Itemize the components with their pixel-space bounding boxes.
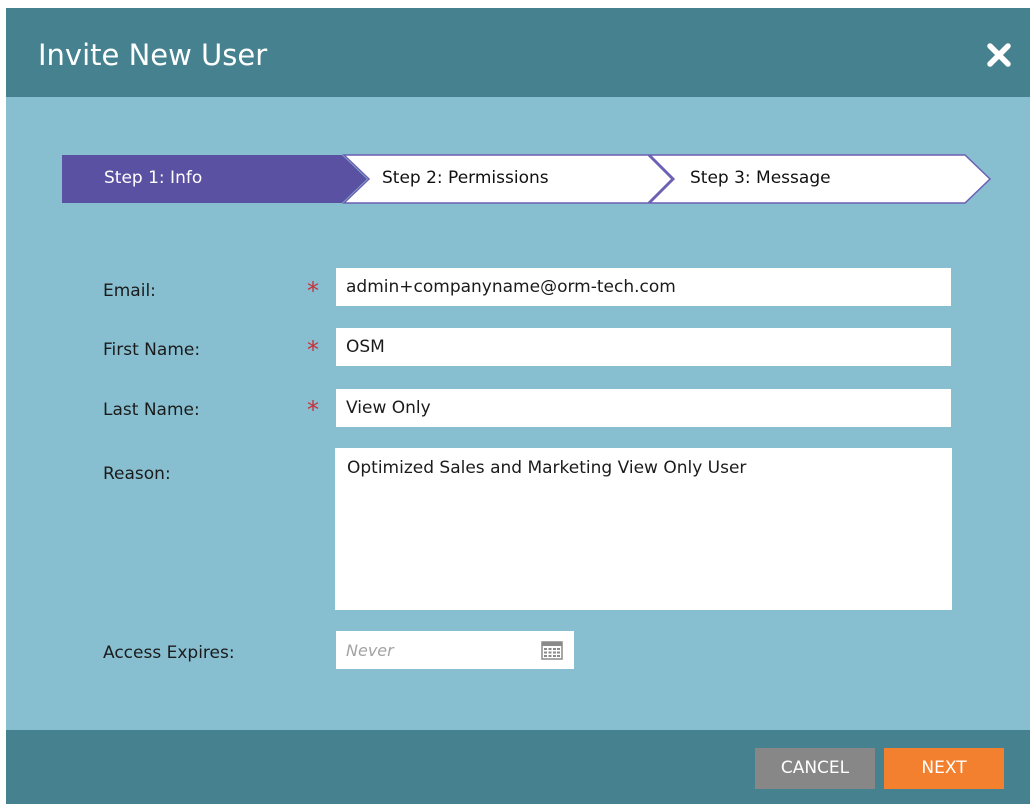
reason-label: Reason: [103,464,171,484]
calendar-icon [541,641,563,660]
last-name-input[interactable] [336,389,951,427]
first-name-input[interactable] [336,328,951,366]
first-name-required-mark: * [307,336,319,364]
reason-textarea[interactable]: Optimized Sales and Marketing View Only … [335,448,952,610]
close-button[interactable] [986,42,1012,68]
access-expires-datepicker [336,631,574,669]
step-2-permissions[interactable]: Step 2: Permissions [382,168,549,188]
access-expires-input[interactable] [336,631,536,669]
dialog-title: Invite New User [38,38,268,72]
dialog-footer: CANCEL NEXT [6,730,1030,804]
access-expires-label: Access Expires: [103,643,235,663]
next-button[interactable]: NEXT [884,748,1004,789]
calendar-button[interactable] [541,639,563,661]
email-input[interactable] [336,268,951,306]
email-required-mark: * [307,277,319,305]
close-icon [987,43,1011,67]
cancel-button[interactable]: CANCEL [755,748,875,789]
last-name-label: Last Name: [103,400,200,420]
step-1-info[interactable]: Step 1: Info [104,168,202,188]
invite-user-dialog: Invite New User Step 1: Info Step 2: Per… [6,8,1030,804]
first-name-label: First Name: [103,340,201,360]
last-name-required-mark: * [307,396,319,424]
step-3-message[interactable]: Step 3: Message [690,168,831,188]
email-label: Email: [103,281,156,301]
dialog-header: Invite New User [6,8,1030,97]
step-indicator: Step 1: Info Step 2: Permissions Step 3:… [62,154,992,204]
